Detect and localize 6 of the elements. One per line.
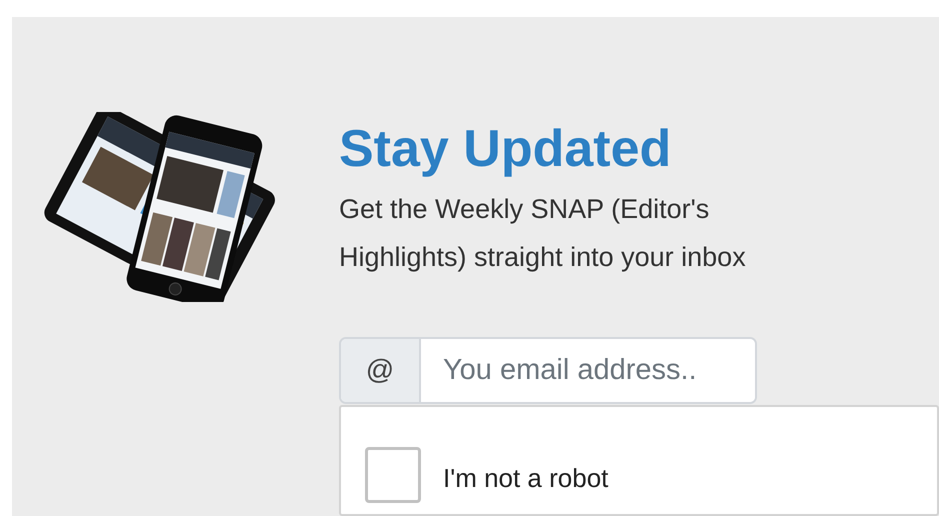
at-prefix: @ [341,339,421,402]
email-field[interactable]: @ You email address.. [339,337,757,404]
captcha-label: I'm not a robot [443,462,608,495]
newsletter-description: Get the Weekly SNAP (Editor's Highlights) straight into your inbox [339,193,747,274]
captcha-checkbox[interactable] [365,446,421,503]
newsletter-title: Stay Updated [339,119,672,180]
